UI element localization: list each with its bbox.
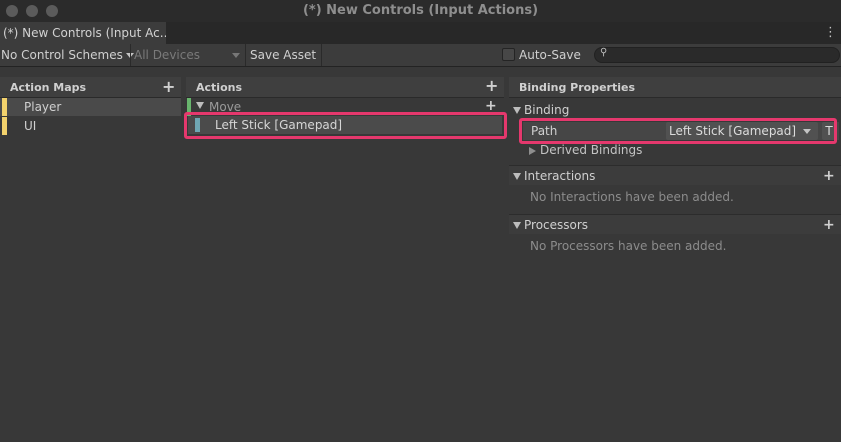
save-asset-button[interactable]: Save Asset <box>250 44 316 66</box>
derived-bindings-label: Derived Bindings <box>540 143 643 157</box>
processors-section-header: Processors + <box>509 214 841 234</box>
foldout-triangle-icon <box>513 107 521 114</box>
search-input[interactable]: ⚲ <box>594 47 840 63</box>
interactions-empty-text: No Interactions have been added. <box>530 190 734 204</box>
actions-tree: Move + Left Stick [Gamepad] <box>186 98 504 442</box>
add-interaction-icon[interactable]: + <box>823 168 835 184</box>
processors-foldout[interactable]: Processors <box>513 218 588 232</box>
actions-title: Actions <box>196 81 242 94</box>
binding-properties-title: Binding Properties <box>519 81 636 94</box>
binding-properties-header: Binding Properties <box>509 77 841 98</box>
action-map-label: UI <box>24 119 37 133</box>
action-map-color-bar <box>2 117 7 135</box>
action-map-label: Player <box>24 100 62 114</box>
action-map-item-ui[interactable]: UI <box>0 117 181 135</box>
action-maps-title: Action Maps <box>10 81 87 94</box>
action-maps-list: Player UI <box>0 98 181 442</box>
devices-dropdown[interactable]: All Devices <box>134 44 242 66</box>
processors-empty-text: No Processors have been added. <box>530 239 727 253</box>
auto-save-label: Auto-Save <box>519 48 581 62</box>
tab-new-controls[interactable]: (*) New Controls (Input Ac... <box>0 22 166 44</box>
binding-properties-body: Binding Path Left Stick [Gamepad] T Deri… <box>509 98 841 442</box>
auto-save-checkbox[interactable] <box>502 48 515 61</box>
action-map-item-player[interactable]: Player <box>0 98 181 116</box>
add-processor-icon[interactable]: + <box>823 217 835 233</box>
add-action-map-icon[interactable]: + <box>162 79 175 95</box>
actions-header: Actions + <box>186 77 504 98</box>
tab-bar: (*) New Controls (Input Ac... ⋮ <box>0 22 841 44</box>
window-title-bar: (*) New Controls (Input Actions) <box>0 0 841 22</box>
kebab-menu-icon[interactable]: ⋮ <box>824 25 837 40</box>
control-schemes-label: No Control Schemes <box>1 48 123 62</box>
expand-triangle-icon[interactable] <box>196 102 204 109</box>
foldout-triangle-icon <box>513 173 521 180</box>
chevron-down-icon <box>232 53 240 58</box>
add-action-icon[interactable]: + <box>485 78 498 94</box>
collapsed-triangle-icon <box>529 146 536 155</box>
processors-title: Processors <box>524 218 589 232</box>
action-maps-header: Action Maps + <box>0 77 181 98</box>
interactions-foldout[interactable]: Interactions <box>513 169 595 183</box>
interactions-title: Interactions <box>524 169 596 183</box>
path-highlight-box <box>519 118 837 144</box>
control-schemes-dropdown[interactable]: No Control Schemes <box>1 44 134 66</box>
action-maps-panel: Action Maps + Player UI <box>0 77 181 442</box>
search-icon: ⚲ <box>600 47 608 58</box>
interactions-section-header: Interactions + <box>509 165 841 185</box>
action-map-color-bar <box>2 98 7 116</box>
foldout-triangle-icon <box>513 222 521 229</box>
derived-bindings-foldout[interactable]: Derived Bindings <box>529 143 642 157</box>
devices-label: All Devices <box>134 48 200 62</box>
binding-highlight-box <box>184 112 507 139</box>
toolbar: No Control Schemes All Devices Save Asse… <box>0 44 841 67</box>
binding-section-title: Binding <box>524 103 570 117</box>
window-title: (*) New Controls (Input Actions) <box>302 3 539 18</box>
binding-section-foldout[interactable]: Binding <box>513 103 569 117</box>
